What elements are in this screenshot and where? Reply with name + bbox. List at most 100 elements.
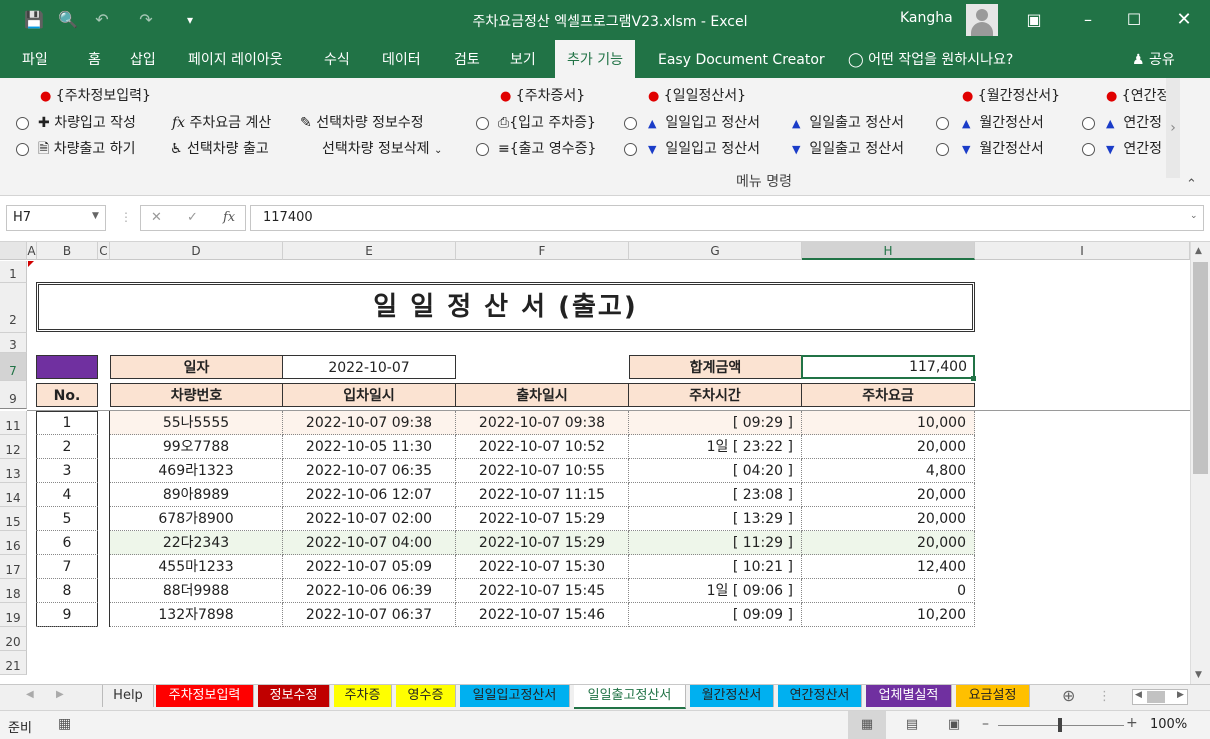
tab-scroll-left-icon[interactable]: ◀ [26, 689, 34, 700]
row-header-13[interactable]: 13 [0, 459, 27, 483]
page-layout-view-icon[interactable]: ▤ [900, 711, 924, 739]
row-header-21[interactable]: 21 [0, 651, 27, 675]
macro-record-icon[interactable]: ▦ [58, 716, 71, 732]
yearly-up-button[interactable]: ▲ 연간정 [1106, 114, 1162, 133]
out-selected-button[interactable]: ♿ 선택차량 출고 [170, 140, 269, 158]
cell-exit-time[interactable]: 2022-10-07 15:45 [456, 579, 629, 603]
cell-no[interactable]: 4 [36, 483, 98, 507]
cell-exit-time[interactable]: 2022-10-07 09:38 [456, 411, 629, 435]
cell-plate[interactable]: 55나5555 [110, 411, 283, 435]
cell-entry-time[interactable]: 2022-10-07 04:00 [283, 531, 456, 555]
header-no[interactable]: No. [36, 383, 98, 407]
out-receipt-button[interactable]: ≡{출고 영수증} [498, 140, 596, 158]
page-break-view-icon[interactable]: ▣ [942, 711, 966, 739]
header-fee[interactable]: 주차요금 [801, 383, 975, 407]
column-header-f[interactable]: F [456, 242, 629, 260]
hscroll-right-icon[interactable]: ▶ [1177, 690, 1184, 700]
daily-in-down-radio[interactable] [624, 143, 637, 156]
sheet-tab-0[interactable]: Help [102, 685, 154, 707]
monthly-up-button[interactable]: ▲ 월간정산서 [962, 114, 1044, 133]
scroll-down-icon[interactable]: ▼ [1195, 670, 1202, 680]
row-header-19[interactable]: 19 [0, 603, 27, 627]
fee-calc-button[interactable]: fx 주차요금 계산 [172, 114, 271, 132]
column-header-g[interactable]: G [629, 242, 802, 260]
cell-duration[interactable]: [ 09:09 ] [629, 603, 802, 627]
tab-page-layout[interactable]: 페이지 레이아웃 [186, 40, 285, 78]
tab-easy-document-creator[interactable]: Easy Document Creator [656, 40, 827, 78]
column-header-b[interactable]: B [37, 242, 98, 260]
customize-toolbar-icon[interactable]: ▾ [178, 8, 202, 32]
cell-plate[interactable]: 455마1233 [110, 555, 283, 579]
cell-exit-time[interactable]: 2022-10-07 15:46 [456, 603, 629, 627]
user-name[interactable]: Kangha [900, 10, 953, 26]
formula-input[interactable]: 117400 [250, 205, 1204, 231]
tab-view[interactable]: 보기 [508, 40, 538, 78]
date-label-cell[interactable]: 일자 [110, 355, 283, 379]
cell-no[interactable]: 8 [36, 579, 98, 603]
daily-in-up-button[interactable]: ▲ 일일입고 정산서 [648, 114, 760, 133]
tab-review[interactable]: 검토 [452, 40, 482, 78]
sheet-tab-1[interactable]: 주차정보입력 [156, 685, 254, 707]
row-header-9[interactable]: 9 [0, 381, 27, 409]
cell-fee[interactable]: 10,200 [802, 603, 975, 627]
tab-data[interactable]: 데이터 [380, 40, 423, 78]
tell-me-box[interactable]: ◯ 어떤 작업을 원하시나요? [846, 40, 1015, 78]
hscroll-left-icon[interactable]: ◀ [1135, 690, 1142, 700]
total-label-cell[interactable]: 합계금액 [629, 355, 802, 379]
ribbon-display-icon[interactable]: ▣ [1022, 8, 1046, 32]
row-header-18[interactable]: 18 [0, 579, 27, 603]
cell-duration[interactable]: [ 13:29 ] [629, 507, 802, 531]
row-header-7[interactable]: 7 [0, 353, 27, 381]
avatar[interactable] [966, 4, 998, 36]
cell-exit-time[interactable]: 2022-10-07 15:29 [456, 507, 629, 531]
cell-entry-time[interactable]: 2022-10-06 06:39 [283, 579, 456, 603]
cell-fee[interactable]: 20,000 [802, 507, 975, 531]
row-header-11[interactable]: 11 [0, 411, 27, 435]
monthly-down-radio[interactable] [936, 143, 949, 156]
cell-duration[interactable]: [ 10:21 ] [629, 555, 802, 579]
tab-insert[interactable]: 삽입 [128, 40, 158, 78]
fill-handle[interactable] [971, 376, 976, 381]
tab-scroll-right-icon[interactable]: ▶ [56, 689, 64, 700]
cell-duration[interactable]: 1일 [ 09:06 ] [629, 579, 802, 603]
cell-exit-time[interactable]: 2022-10-07 15:29 [456, 531, 629, 555]
scroll-up-icon[interactable]: ▲ [1195, 246, 1202, 256]
daily-in-down-button[interactable]: ▼ 일일입고 정산서 [648, 140, 760, 159]
car-in-button[interactable]: ✚ 차량입고 작성 [38, 114, 136, 132]
header-exit-time[interactable]: 출차일시 [455, 383, 629, 407]
row-header-17[interactable]: 17 [0, 555, 27, 579]
column-header-e[interactable]: E [283, 242, 456, 260]
row-header-3[interactable]: 3 [0, 333, 27, 353]
close-icon[interactable]: ✕ [1172, 8, 1196, 32]
sheet-tab-5[interactable]: 일일입고정산서 [460, 685, 570, 707]
cell-no[interactable]: 6 [36, 531, 98, 555]
cell-plate[interactable]: 99오7788 [110, 435, 283, 459]
edit-selected-button[interactable]: ✎ 선택차량 정보수정 [300, 114, 424, 132]
ribbon-scroll-right-icon[interactable]: › [1166, 78, 1180, 178]
add-sheet-icon[interactable]: ⊕ [1062, 686, 1075, 705]
report-title[interactable]: 일 일 정 산 서 (출고) [36, 282, 975, 332]
car-out-button[interactable]: 🗎 차량출고 하기 [38, 140, 135, 158]
date-value-cell[interactable]: 2022-10-07 [282, 355, 456, 379]
cell-entry-time[interactable]: 2022-10-06 12:07 [283, 483, 456, 507]
in-ticket-radio[interactable] [476, 117, 489, 130]
name-box[interactable]: H7 [6, 205, 106, 231]
cell-exit-time[interactable]: 2022-10-07 15:30 [456, 555, 629, 579]
zoom-in-icon[interactable]: + [1126, 715, 1138, 731]
horizontal-scrollbar[interactable]: ◀ ▶ [1132, 689, 1188, 705]
daily-out-down-button[interactable]: ▼ 일일출고 정산서 [792, 140, 904, 159]
enter-icon[interactable]: ✓ [187, 206, 198, 230]
cell-plate[interactable]: 22다2343 [110, 531, 283, 555]
cell-fee[interactable]: 12,400 [802, 555, 975, 579]
worksheet[interactable]: A B C D E F G H I 1 2 3 7 9 11 12 13 14 … [0, 242, 1190, 684]
tab-home[interactable]: 홈 [86, 40, 103, 78]
hscroll-thumb[interactable] [1147, 691, 1165, 703]
cell-entry-time[interactable]: 2022-10-07 09:38 [283, 411, 456, 435]
row-header-20[interactable]: 20 [0, 627, 27, 651]
cell-exit-time[interactable]: 2022-10-07 11:15 [456, 483, 629, 507]
sheet-tab-8[interactable]: 연간정산서 [778, 685, 862, 707]
row-header-16[interactable]: 16 [0, 531, 27, 555]
cell-no[interactable]: 2 [36, 435, 98, 459]
sheet-tab-9[interactable]: 업체별실적 [866, 685, 952, 707]
cell-plate[interactable]: 469라1323 [110, 459, 283, 483]
